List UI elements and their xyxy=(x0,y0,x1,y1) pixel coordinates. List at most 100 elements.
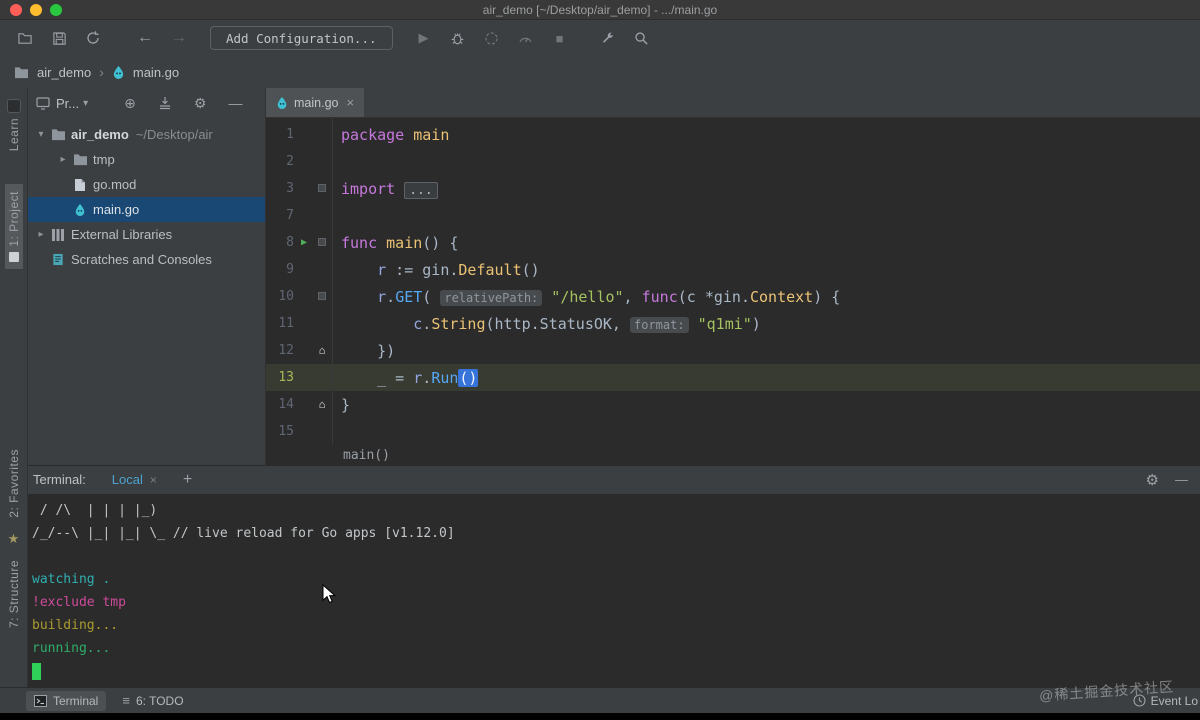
terminal-tab-local[interactable]: Local × xyxy=(112,472,157,487)
go-file-icon xyxy=(276,96,288,110)
terminal-cursor xyxy=(32,663,41,680)
editor-tab-main-go[interactable]: main.go × xyxy=(266,88,364,117)
tree-item-label: tmp xyxy=(93,152,115,167)
tree-item-go-mod[interactable]: go.mod xyxy=(28,172,265,197)
breadcrumb-file[interactable]: main.go xyxy=(133,65,179,80)
line-number: 3 xyxy=(266,181,294,196)
code-text: import ... xyxy=(341,180,438,198)
chevron-right-icon[interactable]: ▸ xyxy=(56,154,70,165)
panel-settings-button[interactable]: ⚙ xyxy=(194,95,207,112)
terminal-settings-icon[interactable]: ⚙ xyxy=(1146,471,1159,489)
fold-marker-icon[interactable] xyxy=(314,182,330,195)
line-number: 7 xyxy=(266,208,294,223)
profiler-button[interactable] xyxy=(513,26,539,50)
run-gutter-icon[interactable]: ▶ xyxy=(294,237,314,248)
coverage-button[interactable] xyxy=(479,26,505,50)
search-everywhere-button[interactable] xyxy=(629,26,655,50)
code-text: r := gin.Default() xyxy=(341,261,540,279)
new-terminal-session-button[interactable]: + xyxy=(183,471,192,489)
line-number: 8 xyxy=(266,235,294,250)
line-number: 12 xyxy=(266,343,294,358)
open-folder-button[interactable] xyxy=(12,26,38,50)
code-line-1: 1package main xyxy=(266,121,1200,148)
dropdown-arrow-icon: ▾ xyxy=(83,98,88,109)
code-text: package main xyxy=(341,126,449,144)
tree-item-label: go.mod xyxy=(93,177,136,192)
terminal-line: / /\ | | | |_) xyxy=(32,499,1200,522)
titlebar: air_demo [~/Desktop/air_demo] - .../main… xyxy=(0,0,1200,20)
fold-end-icon[interactable]: ⌂ xyxy=(314,344,330,357)
code-text: }) xyxy=(341,342,395,360)
tree-item-main-go[interactable]: main.go xyxy=(28,197,265,222)
minimize-window-button[interactable] xyxy=(30,4,42,16)
close-tab-icon[interactable]: × xyxy=(346,95,354,110)
hide-panel-button[interactable]: — xyxy=(228,95,242,111)
debug-button[interactable] xyxy=(445,26,471,50)
terminal-line xyxy=(32,545,1200,568)
project-tool-icon xyxy=(9,252,19,262)
mouse-cursor xyxy=(322,584,340,609)
statusbar-terminal-button[interactable]: Terminal xyxy=(26,691,106,711)
editor-scope-breadcrumb[interactable]: main() xyxy=(266,445,1200,465)
collapse-all-button[interactable] xyxy=(158,96,172,110)
fold-marker-icon[interactable] xyxy=(314,236,330,249)
tree-item-label: air_demo xyxy=(71,127,129,142)
tree-item-tmp[interactable]: ▸ tmp xyxy=(28,147,265,172)
stripe-structure-button[interactable]: 7: Structure xyxy=(5,553,23,635)
tree-item-root[interactable]: ▾air_demo~/Desktop/air xyxy=(28,122,265,147)
tree-item-scratches[interactable]: Scratches and Consoles xyxy=(28,247,265,272)
stop-button[interactable]: ■ xyxy=(547,26,573,50)
tool-window-stripe: Learn 1: Project 2: Favorites ★ 7: Struc… xyxy=(0,88,28,687)
tree-item-external-libraries[interactable]: ▸ External Libraries xyxy=(28,222,265,247)
terminal-line: /_/--\ |_| |_| \_ // live reload for Go … xyxy=(32,522,1200,545)
line-number: 11 xyxy=(266,316,294,331)
run-config-selector[interactable]: Add Configuration... xyxy=(210,26,393,50)
folder-icon xyxy=(14,66,29,79)
hide-terminal-icon[interactable]: — xyxy=(1175,472,1188,487)
code-line-15: 15 xyxy=(266,418,1200,445)
project-view-selector[interactable]: Pr... ▾ xyxy=(56,96,88,111)
sync-button[interactable] xyxy=(80,26,106,50)
terminal-cursor-line xyxy=(32,660,1200,683)
code-line-8: 8▶func main() { xyxy=(266,229,1200,256)
chevron-down-icon[interactable]: ▾ xyxy=(34,129,48,140)
terminal-line: !exclude tmp xyxy=(32,591,1200,614)
stripe-project-button[interactable]: 1: Project xyxy=(5,184,23,269)
close-terminal-tab-icon[interactable]: × xyxy=(150,473,157,487)
code-area[interactable]: 1package main23import ...78▶func main() … xyxy=(266,118,1200,445)
chevron-right-icon[interactable]: ▸ xyxy=(34,229,48,240)
settings-wrench-button[interactable] xyxy=(595,26,621,50)
editor[interactable]: main.go × 1package main23import ...78▶fu… xyxy=(265,88,1200,465)
todo-list-icon: ≡ xyxy=(122,693,130,708)
terminal-panel-label: Terminal: xyxy=(33,472,86,487)
code-text: r.GET( relativePath: "/hello", func(c *g… xyxy=(341,288,840,306)
main-toolbar: ← → Add Configuration... ▶ ■ xyxy=(0,20,1200,56)
fold-marker-icon[interactable] xyxy=(314,290,330,303)
run-button[interactable]: ▶ xyxy=(411,26,437,50)
terminal-header: Terminal: Local × + ⚙ — xyxy=(28,466,1200,494)
save-button[interactable] xyxy=(46,26,72,50)
breadcrumb-project[interactable]: air_demo xyxy=(37,65,91,80)
line-number: 13 xyxy=(266,370,294,385)
close-window-button[interactable] xyxy=(10,4,22,16)
favorites-star-icon: ★ xyxy=(8,531,20,547)
stripe-favorites-button[interactable]: 2: Favorites xyxy=(5,442,23,525)
statusbar-todo-button[interactable]: ≡ 6: TODO xyxy=(122,693,183,708)
tree-item-label: Scratches and Consoles xyxy=(71,252,212,267)
code-line-3: 3 import ... xyxy=(266,175,1200,202)
terminal-icon xyxy=(34,695,47,707)
code-line-9: 9 r := gin.Default() xyxy=(266,256,1200,283)
locate-file-button[interactable]: ⊕ xyxy=(124,95,136,112)
back-button[interactable]: ← xyxy=(132,26,158,50)
stripe-learn-button[interactable]: Learn xyxy=(5,92,23,158)
folder-icon xyxy=(48,128,68,141)
fold-end-icon[interactable]: ⌂ xyxy=(314,398,330,411)
forward-button[interactable]: → xyxy=(166,26,192,50)
terminal-output[interactable]: / /\ | | | |_)/_/--\ |_| |_| \_ // live … xyxy=(28,494,1200,687)
project-tree: ▾air_demo~/Desktop/air▸tmpgo.modmain.go▸… xyxy=(28,118,265,272)
page-icon xyxy=(70,178,90,192)
project-view-icon xyxy=(36,97,50,110)
zoom-window-button[interactable] xyxy=(50,4,62,16)
code-line-7: 7 xyxy=(266,202,1200,229)
tree-item-label: External Libraries xyxy=(71,227,172,242)
